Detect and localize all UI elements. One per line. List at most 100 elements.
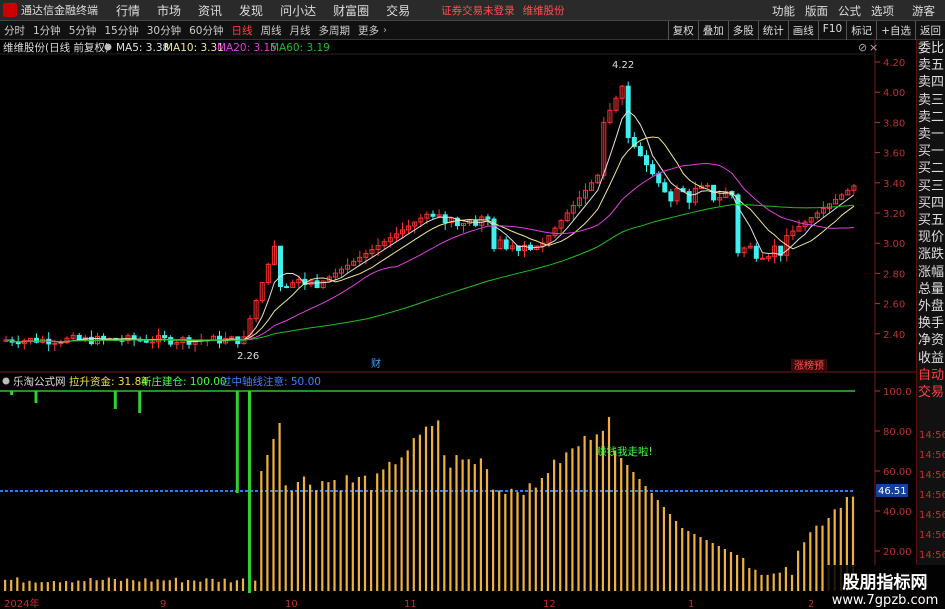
fund-bar [77, 580, 80, 591]
fund-bar [363, 475, 367, 591]
side-label[interactable]: 买一 [917, 143, 945, 160]
side-label[interactable]: 净资 [917, 332, 945, 349]
side-label[interactable]: 卖五 [917, 57, 945, 74]
fund-bar [150, 581, 153, 591]
fund-bar [632, 472, 635, 591]
candle-body [650, 164, 656, 175]
indicator-name[interactable]: 乐淘公式网 [13, 375, 66, 388]
side-label[interactable]: 买三 [917, 178, 945, 195]
price-tick: 4.20 [883, 58, 905, 69]
fund-bar [388, 461, 391, 591]
menu-layout[interactable]: 版面 [805, 3, 828, 19]
ind-settings-icon[interactable] [2, 377, 10, 385]
tool-f10[interactable]: F10 [817, 21, 846, 40]
side-label[interactable]: 买四 [917, 195, 945, 212]
high-price-label: 4.22 [612, 60, 634, 71]
x-label-10: 10 [285, 599, 298, 609]
period-monthly[interactable]: 月线 [286, 23, 315, 38]
side-label[interactable]: 自动 [917, 367, 945, 384]
period-timeshare[interactable]: 分时 [0, 23, 29, 38]
period-more[interactable]: 更多 [354, 23, 383, 38]
side-label[interactable]: 涨跌 [917, 246, 945, 263]
financial-marker[interactable]: 财 [371, 357, 381, 370]
menu-formula[interactable]: 公式 [838, 3, 861, 19]
kline-chart[interactable]: 4.20 4.00 3.80 3.60 3.40 3.20 3.00 2.80 2.60 2.40… [0, 40, 916, 373]
side-label[interactable]: 外盘 [917, 298, 945, 315]
fund-bar [376, 473, 379, 591]
period-daily[interactable]: 日线 [228, 23, 257, 38]
tool-draw[interactable]: 画线 [787, 21, 818, 40]
side-label[interactable]: 交易 [917, 384, 945, 401]
period-15min[interactable]: 15分钟 [100, 23, 142, 38]
fund-bar [528, 483, 531, 591]
fund-bar [229, 582, 232, 591]
tool-add-watch[interactable]: +自选 [876, 21, 915, 40]
candle-body [430, 213, 436, 217]
fund-bar [65, 581, 68, 591]
indicator-chart[interactable]: 100.0 80.00 60.00 40.00 20.00 乐淘公式网 拉升资金: 31… [0, 373, 916, 609]
title-bar: 通达信金融终端 行情 市场 资讯 发现 问小达 财富圈 交易 证券交易未登录 维… [0, 0, 945, 21]
fund-bar [296, 481, 299, 591]
price-tick: 3.80 [883, 118, 905, 129]
fund-bar [52, 581, 55, 591]
fund-bar [119, 580, 123, 591]
tool-stats[interactable]: 统计 [757, 21, 788, 40]
tool-mark[interactable]: 标记 [846, 21, 876, 40]
fund-bar [46, 582, 49, 591]
tool-adjust[interactable]: 复权 [667, 21, 698, 40]
period-1min[interactable]: 1分钟 [29, 23, 65, 38]
tool-back[interactable]: 返回 [915, 21, 945, 40]
fund-bar [449, 467, 452, 591]
side-label[interactable]: 买五 [917, 212, 945, 229]
rank-marker[interactable]: 涨榜预 [794, 359, 824, 372]
side-label[interactable]: 换手 [917, 315, 945, 332]
fund-bar [266, 455, 269, 591]
fund-bar [199, 581, 202, 591]
menu-options[interactable]: 选项 [871, 3, 894, 19]
side-label[interactable]: 涨幅 [917, 264, 945, 281]
menu-discover[interactable]: 发现 [239, 2, 263, 19]
side-label[interactable]: 总量 [917, 281, 945, 298]
side-label[interactable]: 现价 [917, 229, 945, 246]
fund-bar [321, 481, 324, 591]
side-label[interactable]: 收益 [917, 350, 945, 367]
menu-trade[interactable]: 交易 [386, 2, 410, 19]
side-label[interactable]: 卖三 [917, 92, 945, 109]
tool-overlay[interactable]: 叠加 [697, 21, 728, 40]
menu-quotes[interactable]: 行情 [116, 2, 140, 19]
menu-wealth[interactable]: 财富圈 [333, 2, 369, 19]
period-30min[interactable]: 30分钟 [143, 23, 185, 38]
fund-bar [418, 434, 421, 591]
menu-function[interactable]: 功能 [772, 3, 795, 19]
price-tick: 3.00 [883, 239, 905, 250]
side-label[interactable]: 委比 [917, 40, 945, 57]
close-icon[interactable]: × [869, 41, 878, 54]
candle-body [149, 341, 155, 344]
settings-dot-icon[interactable] [104, 43, 112, 51]
side-label[interactable]: 买二 [917, 160, 945, 177]
fund-bar [479, 458, 482, 591]
login-notice[interactable]: 证券交易未登录 [441, 3, 515, 18]
fund-bar [126, 578, 129, 591]
tool-multi-stock[interactable]: 多股 [727, 21, 758, 40]
fund-bar [516, 492, 519, 591]
zoom-icon[interactable]: ⊘ [858, 41, 867, 54]
side-label[interactable]: 卖一 [917, 126, 945, 143]
side-label[interactable]: 卖二 [917, 109, 945, 126]
period-multi[interactable]: 多周期 [315, 23, 355, 38]
fund-bar [565, 452, 568, 591]
fund-bar [144, 578, 147, 591]
indicator-tick: 40.00 [883, 507, 912, 518]
period-5min[interactable]: 5分钟 [65, 23, 101, 38]
fund-bar [577, 446, 580, 591]
menu-ask[interactable]: 问小达 [280, 2, 316, 19]
period-60min[interactable]: 60分钟 [185, 23, 227, 38]
guest-user[interactable]: 游客 [912, 3, 935, 19]
menu-news[interactable]: 资讯 [198, 2, 222, 19]
chevron-right-icon[interactable]: › [383, 25, 387, 36]
menu-market[interactable]: 市场 [157, 2, 181, 19]
side-label[interactable]: 卖四 [917, 74, 945, 91]
fund-bar [821, 525, 824, 591]
fund-bar [504, 493, 507, 591]
period-weekly[interactable]: 周线 [257, 23, 286, 38]
